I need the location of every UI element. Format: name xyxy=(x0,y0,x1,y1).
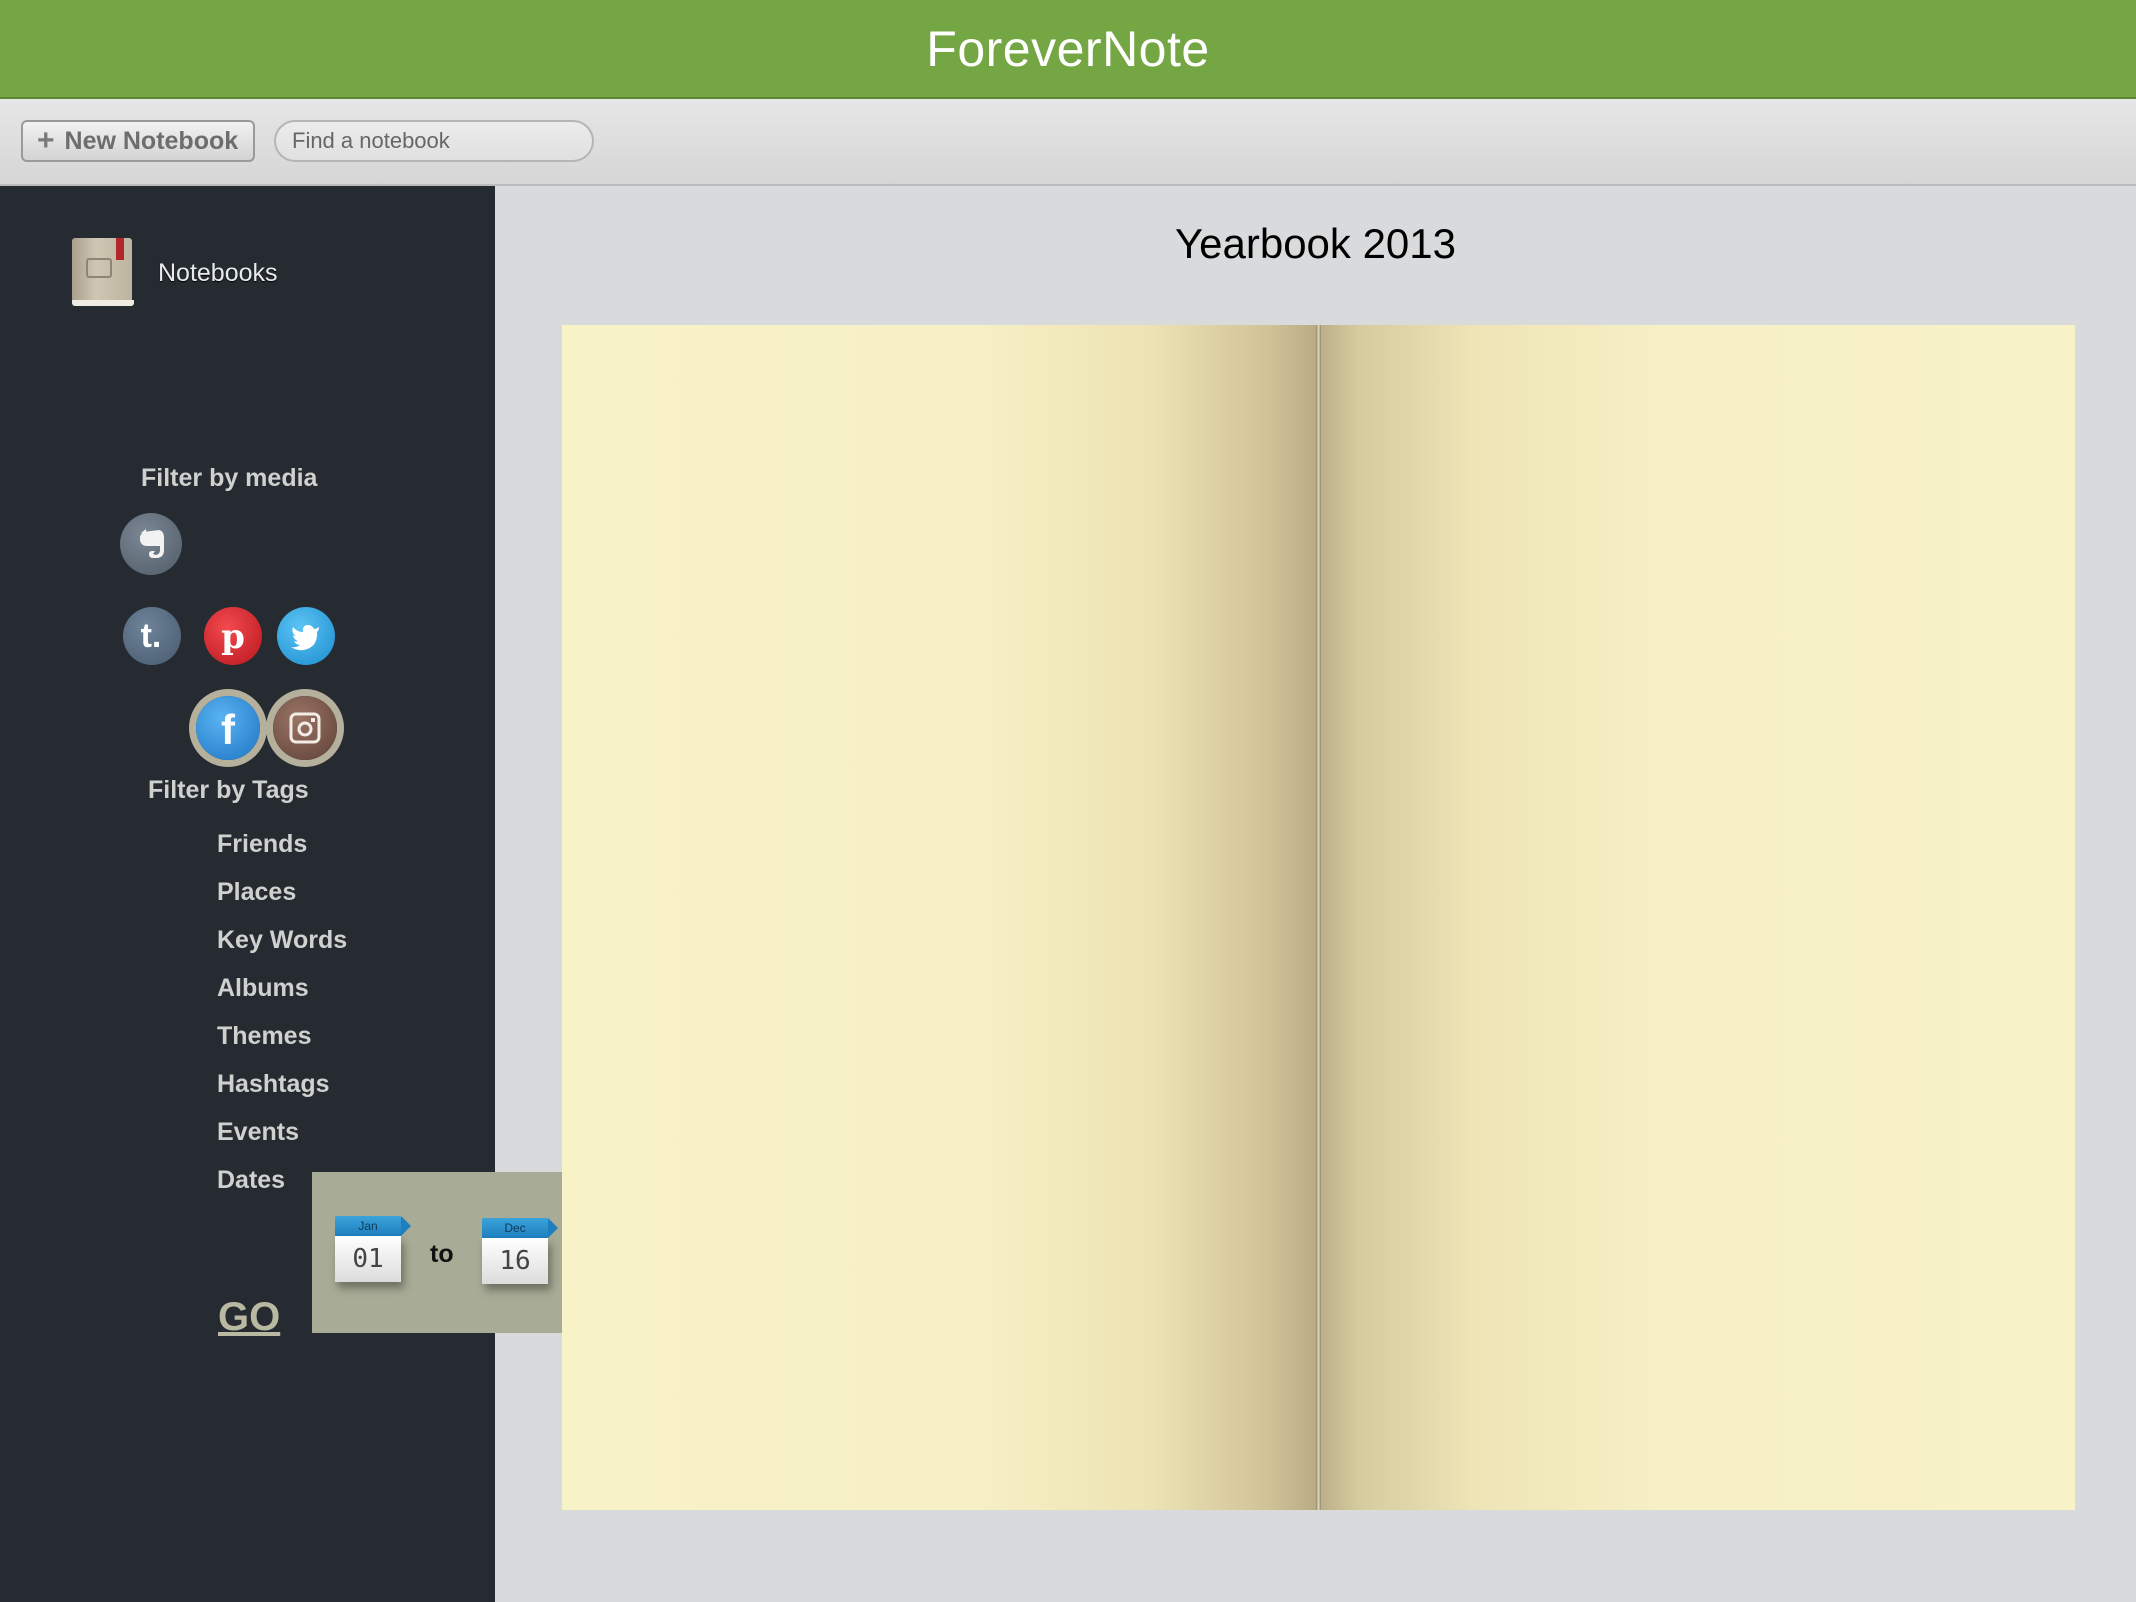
svg-text:p: p xyxy=(221,617,245,656)
notebooks-label: Notebooks xyxy=(158,258,278,287)
tag-places[interactable]: Places xyxy=(217,878,296,907)
tag-themes[interactable]: Themes xyxy=(217,1022,311,1051)
tumblr-icon: t. xyxy=(141,617,162,655)
notebooks-link[interactable]: Notebooks xyxy=(70,238,278,308)
tumblr-filter[interactable]: t. xyxy=(123,607,181,665)
facebook-filter[interactable]: f xyxy=(196,696,260,760)
tag-key-words[interactable]: Key Words xyxy=(217,926,347,955)
evernote-icon xyxy=(140,529,164,558)
tag-albums[interactable]: Albums xyxy=(217,974,309,1003)
svg-text:f: f xyxy=(221,706,236,750)
end-date-picker[interactable]: Dec 16 xyxy=(482,1218,558,1296)
app-header: ForeverNote xyxy=(0,0,2136,99)
evernote-filter[interactable] xyxy=(120,513,182,575)
end-day: 16 xyxy=(482,1238,548,1284)
tag-hashtags[interactable]: Hashtags xyxy=(217,1070,330,1099)
end-month: Dec xyxy=(482,1218,558,1238)
notebook-search-input[interactable] xyxy=(274,120,594,162)
filter-tags-title: Filter by Tags xyxy=(148,776,309,804)
pinterest-filter[interactable]: p xyxy=(204,607,262,665)
notebook-title: Yearbook 2013 xyxy=(1174,220,1457,267)
tag-friends[interactable]: Friends xyxy=(217,830,307,859)
tag-events[interactable]: Events xyxy=(217,1118,299,1147)
open-notebook[interactable] xyxy=(562,325,2075,1510)
go-button[interactable]: GO xyxy=(218,1295,280,1340)
notebook-icon xyxy=(70,238,134,308)
date-range-popover: Jan 01 to Dec 16 xyxy=(312,1172,579,1333)
app-title: ForeverNote xyxy=(926,20,1210,77)
new-notebook-label: New Notebook xyxy=(64,126,239,155)
toolbar: + New Notebook xyxy=(0,99,2136,186)
svg-text:t.: t. xyxy=(141,617,162,655)
right-page[interactable] xyxy=(1321,325,2075,1510)
left-page[interactable] xyxy=(562,325,1316,1510)
instagram-icon xyxy=(289,712,321,744)
start-month: Jan xyxy=(335,1216,411,1236)
sidebar: Notebooks Filter by media f t. p Filter … xyxy=(0,186,495,1602)
filter-media-title: Filter by media xyxy=(141,464,318,492)
tag-dates[interactable]: Dates xyxy=(217,1166,285,1195)
facebook-icon: f xyxy=(221,706,236,750)
twitter-filter[interactable] xyxy=(277,607,335,665)
start-date-picker[interactable]: Jan 01 xyxy=(335,1216,411,1294)
twitter-icon xyxy=(291,625,319,651)
instagram-filter[interactable] xyxy=(273,696,337,760)
start-day: 01 xyxy=(335,1236,401,1282)
pinterest-icon: p xyxy=(221,617,245,656)
date-range-separator: to xyxy=(430,1240,454,1268)
new-notebook-button[interactable]: + New Notebook xyxy=(21,120,255,162)
plus-icon: + xyxy=(37,124,55,157)
